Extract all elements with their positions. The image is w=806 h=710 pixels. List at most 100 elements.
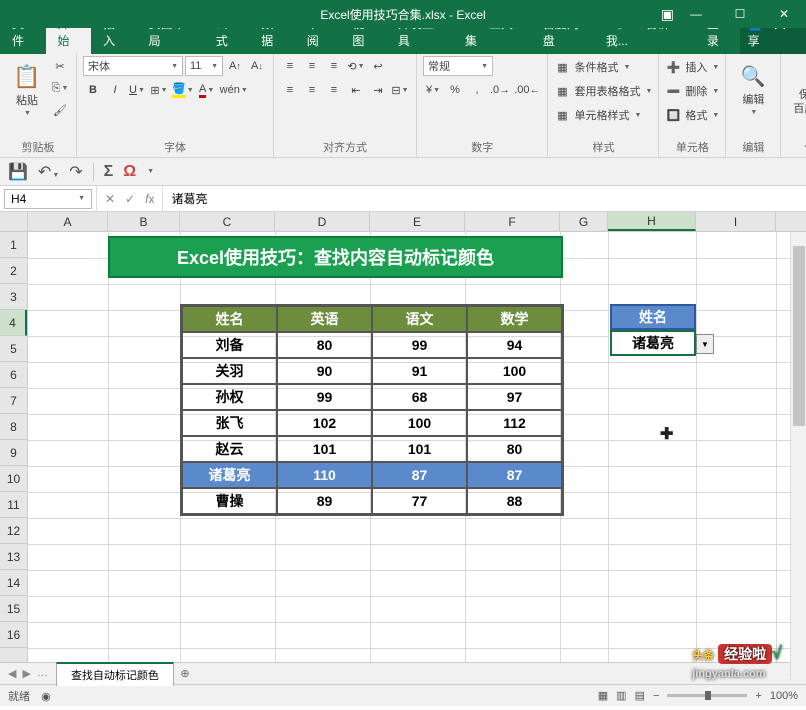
table-cell[interactable]: 赵云 (182, 436, 277, 462)
page-layout-view-icon[interactable]: ▥ (616, 689, 626, 702)
column-header[interactable]: D (275, 212, 370, 231)
table-cell[interactable]: 110 (277, 462, 372, 488)
bold-button[interactable]: B (83, 80, 103, 100)
cancel-formula-icon[interactable]: ✕ (105, 192, 115, 206)
table-cell[interactable]: 80 (277, 332, 372, 358)
underline-button[interactable]: U▼ (127, 80, 147, 100)
orientation-button[interactable]: ⟲▼ (346, 56, 366, 76)
save-button[interactable]: 💾 (8, 162, 28, 182)
add-sheet-button[interactable]: ⊕ (174, 667, 196, 680)
sheet-nav-prev-icon[interactable]: ◀ (8, 667, 16, 680)
row-header[interactable]: 8 (0, 414, 27, 440)
align-left-button[interactable]: ≡ (280, 80, 300, 100)
table-cell[interactable]: 99 (372, 332, 467, 358)
align-middle-button[interactable]: ≡ (302, 56, 322, 76)
column-header[interactable]: H (608, 212, 696, 231)
table-cell[interactable]: 87 (372, 462, 467, 488)
dropdown-icon[interactable]: ▼ (696, 334, 714, 354)
table-cell[interactable]: 100 (372, 410, 467, 436)
row-header[interactable]: 2 (0, 258, 27, 284)
merge-cells-button[interactable]: ⊟▼ (390, 80, 410, 100)
table-cell[interactable]: 112 (467, 410, 562, 436)
zoom-out-icon[interactable]: − (653, 690, 659, 702)
table-cell[interactable]: 102 (277, 410, 372, 436)
decrease-font-button[interactable]: A↓ (247, 56, 267, 76)
italic-button[interactable]: I (105, 80, 125, 100)
table-cell[interactable]: 89 (277, 488, 372, 514)
table-cell[interactable]: 88 (467, 488, 562, 514)
page-break-view-icon[interactable]: ▤ (635, 689, 645, 702)
align-right-button[interactable]: ≡ (324, 80, 344, 100)
table-cell[interactable]: 91 (372, 358, 467, 384)
fill-color-button[interactable]: 🪣▼ (171, 80, 195, 100)
table-cell[interactable]: 100 (467, 358, 562, 384)
table-cell[interactable]: 诸葛亮 (182, 462, 277, 488)
normal-view-icon[interactable]: ▦ (598, 689, 608, 702)
enter-formula-icon[interactable]: ✓ (125, 192, 135, 206)
minimize-button[interactable]: — (674, 0, 718, 28)
copy-button[interactable]: ⎘▼ (50, 78, 70, 98)
autosum-button[interactable]: Σ (104, 163, 114, 181)
cut-button[interactable]: ✂ (50, 56, 70, 76)
save-to-baidu-button[interactable]: ∞ 保存到 百度网盘 (787, 56, 806, 124)
table-cell[interactable]: 77 (372, 488, 467, 514)
table-cell[interactable]: 刘备 (182, 332, 277, 358)
row-header[interactable]: 3 (0, 284, 27, 310)
row-header[interactable]: 15 (0, 596, 27, 622)
column-header[interactable]: F (465, 212, 560, 231)
table-cell[interactable]: 101 (277, 436, 372, 462)
qat-customize-icon[interactable]: ▼ (147, 168, 154, 175)
table-cell[interactable]: 张飞 (182, 410, 277, 436)
column-header[interactable]: I (696, 212, 776, 231)
insert-cells-button[interactable]: ➕插入▼ (665, 56, 719, 78)
macro-record-icon[interactable]: ◉ (41, 691, 51, 703)
decrease-decimal-button[interactable]: .00← (513, 80, 541, 100)
row-header[interactable]: 12 (0, 518, 27, 544)
increase-font-button[interactable]: A↑ (225, 56, 245, 76)
maximize-button[interactable]: ☐ (718, 0, 762, 28)
lookup-value-cell[interactable]: 诸葛亮 ▼ (610, 330, 696, 356)
row-header[interactable]: 4 (0, 310, 27, 336)
font-name-select[interactable]: 宋体▼ (83, 56, 183, 76)
pinyin-guide-button[interactable]: wén▼ (219, 80, 249, 100)
editing-button[interactable]: 🔍 编辑 ▼ (732, 56, 774, 124)
accounting-format-button[interactable]: ¥▼ (423, 80, 443, 100)
wrap-text-button[interactable]: ↩ (368, 56, 388, 76)
table-cell[interactable]: 101 (372, 436, 467, 462)
name-box[interactable]: H4▼ (4, 189, 92, 209)
table-cell[interactable]: 94 (467, 332, 562, 358)
table-cell[interactable]: 99 (277, 384, 372, 410)
row-header[interactable]: 14 (0, 570, 27, 596)
increase-indent-button[interactable]: ⇥ (368, 80, 388, 100)
row-header[interactable]: 13 (0, 544, 27, 570)
fx-icon[interactable]: fx (145, 192, 154, 206)
undo-button[interactable]: ↶▼ (38, 162, 59, 182)
sheet-nav-next-icon[interactable]: ▶ (22, 667, 30, 680)
column-header[interactable]: G (560, 212, 608, 231)
zoom-slider[interactable] (667, 694, 747, 697)
number-format-select[interactable]: 常规▼ (423, 56, 493, 76)
column-header[interactable]: C (180, 212, 275, 231)
format-as-table-button[interactable]: ▦套用表格格式▼ (554, 80, 652, 102)
paste-button[interactable]: 📋 粘贴 ▼ (6, 56, 48, 124)
row-header[interactable]: 11 (0, 492, 27, 518)
select-all-corner[interactable] (0, 212, 28, 231)
row-header[interactable]: 5 (0, 336, 27, 362)
table-cell[interactable]: 97 (467, 384, 562, 410)
zoom-in-icon[interactable]: + (755, 690, 761, 702)
delete-cells-button[interactable]: ➖删除▼ (665, 80, 719, 102)
row-header[interactable]: 10 (0, 466, 27, 492)
percent-button[interactable]: % (445, 80, 465, 100)
row-header[interactable]: 9 (0, 440, 27, 466)
table-cell[interactable]: 关羽 (182, 358, 277, 384)
table-cell[interactable]: 80 (467, 436, 562, 462)
cell-styles-button[interactable]: ▦单元格样式▼ (554, 104, 641, 126)
border-button[interactable]: ⊞▼ (149, 80, 169, 100)
align-top-button[interactable]: ≡ (280, 56, 300, 76)
conditional-format-button[interactable]: ▦条件格式▼ (554, 56, 630, 78)
row-header[interactable]: 7 (0, 388, 27, 414)
column-header[interactable]: E (370, 212, 465, 231)
row-header[interactable]: 1 (0, 232, 27, 258)
table-cell[interactable]: 孙权 (182, 384, 277, 410)
sheet-nav-more-icon[interactable]: … (37, 667, 48, 680)
